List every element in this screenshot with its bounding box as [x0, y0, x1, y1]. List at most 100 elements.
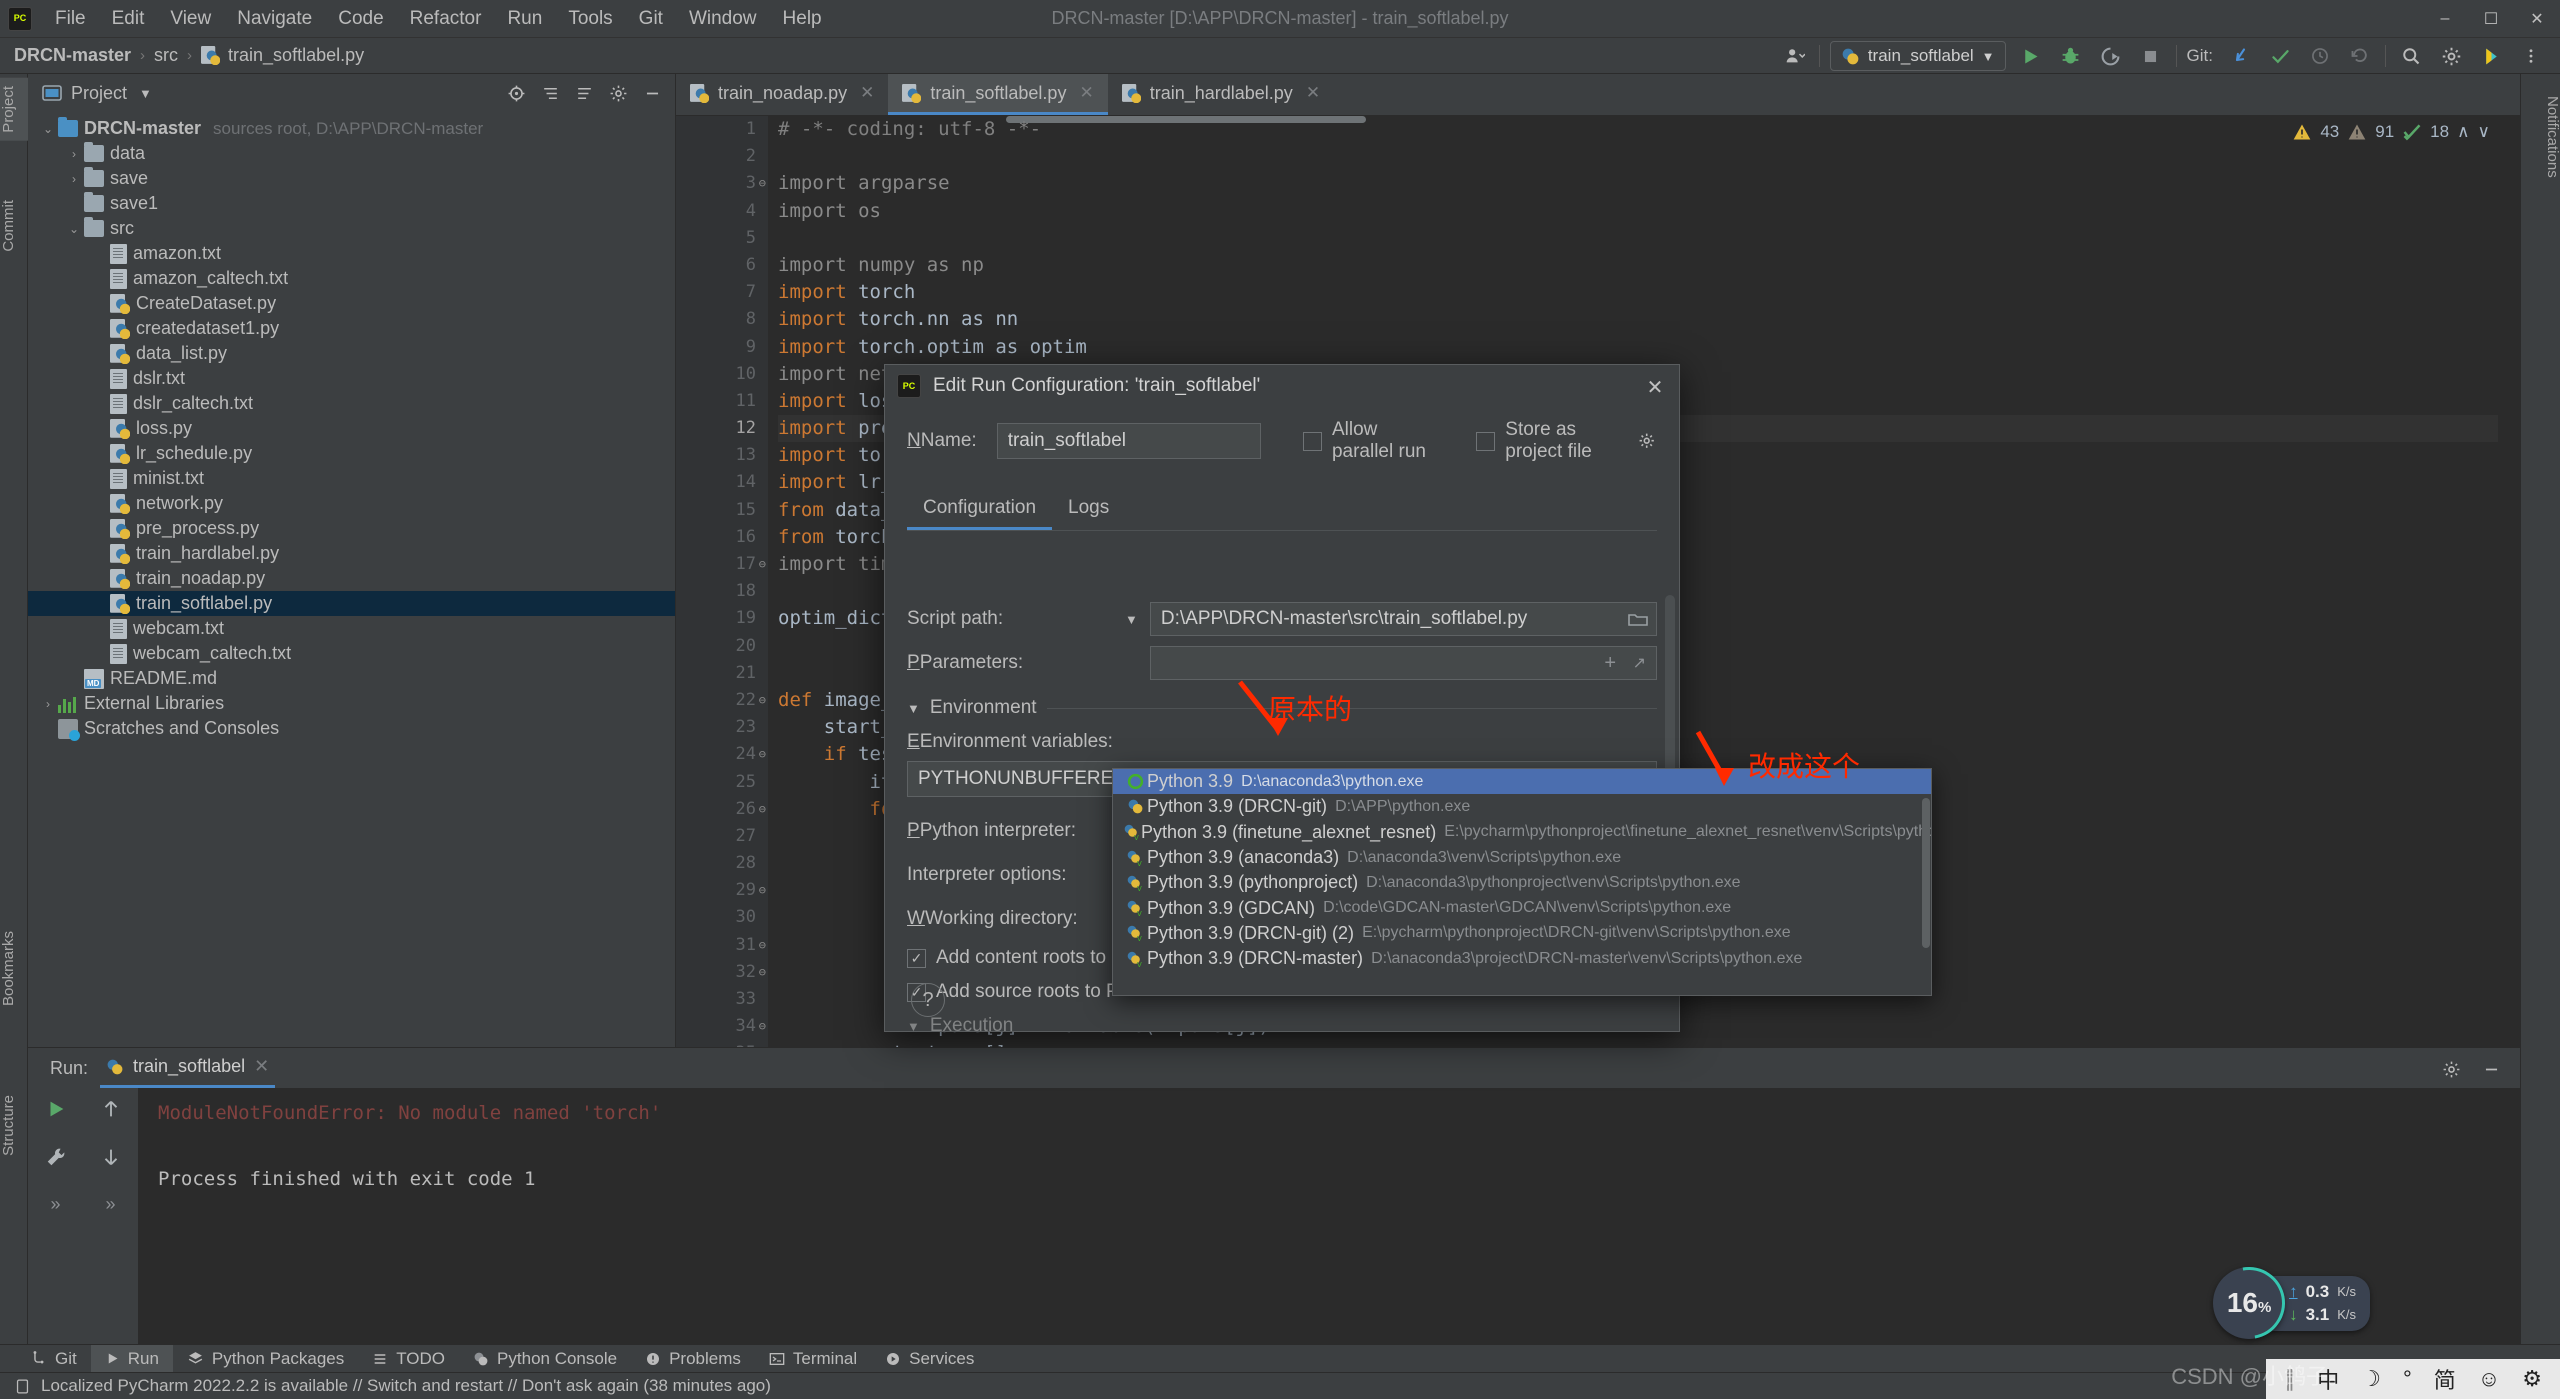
search-icon[interactable]: [2396, 41, 2426, 71]
tree-item-save1[interactable]: save1: [28, 191, 675, 216]
tree-item-amazon-txt[interactable]: amazon.txt: [28, 241, 675, 266]
maximize-button[interactable]: ☐: [2468, 0, 2514, 38]
menu-run[interactable]: Run: [494, 4, 555, 34]
run-button[interactable]: [2016, 41, 2046, 71]
menu-view[interactable]: View: [157, 4, 224, 34]
menu-window[interactable]: Window: [676, 4, 770, 34]
run-console[interactable]: ModuleNotFoundError: No module named 'to…: [138, 1088, 2520, 1344]
bottom-tab-run[interactable]: Run: [91, 1345, 173, 1373]
bottom-tab-python-packages[interactable]: Python Packages: [173, 1345, 358, 1373]
tree-item-external-libraries[interactable]: ›External Libraries: [28, 691, 675, 716]
close-button[interactable]: ✕: [2514, 0, 2560, 38]
menu-file[interactable]: File: [42, 4, 99, 34]
gear-icon[interactable]: [2436, 41, 2466, 71]
code-fold-icon[interactable]: ⊖: [754, 1013, 766, 1025]
more-options-icon[interactable]: [2516, 41, 2546, 71]
interpreter-dropdown-popup[interactable]: Python 3.9D:\anaconda3\python.exePython …: [1112, 768, 1932, 996]
sidebar-item-notifications[interactable]: Notifications: [2521, 86, 2560, 188]
tree-item-createdataset1-py[interactable]: createdataset1.py: [28, 316, 675, 341]
ime-emoji-icon[interactable]: ☺: [2478, 1366, 2500, 1392]
interpreter-option-4[interactable]: VPython 3.9 (pythonproject)D:\anaconda3\…: [1113, 870, 1931, 895]
git-history-icon[interactable]: [2305, 41, 2335, 71]
expand-icon[interactable]: »: [50, 1194, 60, 1215]
breadcrumb-folder[interactable]: src: [154, 45, 178, 66]
ai-assistant-icon[interactable]: [2476, 41, 2506, 71]
interpreter-option-2[interactable]: VPython 3.9 (finetune_alexnet_resnet)E:\…: [1113, 820, 1931, 845]
interpreter-option-6[interactable]: VPython 3.9 (DRCN-git) (2)E:\pycharm\pyt…: [1113, 921, 1931, 946]
name-input[interactable]: train_softlabel: [997, 423, 1261, 459]
tree-expand-arrow[interactable]: ⌄: [64, 222, 84, 236]
tree-item-src[interactable]: ⌄src: [28, 216, 675, 241]
dropdown-scrollbar[interactable]: [1922, 770, 1930, 996]
interpreter-option-7[interactable]: VPython 3.9 (DRCN-master)D:\anaconda3\pr…: [1113, 946, 1931, 971]
code-fold-icon[interactable]: ⊖: [754, 687, 766, 699]
close-icon[interactable]: ✕: [1306, 83, 1320, 103]
ime-settings-icon[interactable]: ⚙: [2522, 1366, 2542, 1392]
expand-all-icon[interactable]: [535, 78, 565, 108]
minimize-button[interactable]: –: [2422, 0, 2468, 38]
tree-item-data[interactable]: ›data: [28, 141, 675, 166]
tree-item-createdataset-py[interactable]: CreateDataset.py: [28, 291, 675, 316]
tree-item-train-softlabel-py[interactable]: train_softlabel.py: [28, 591, 675, 616]
coverage-button[interactable]: [2096, 41, 2126, 71]
tree-item-pre-process-py[interactable]: pre_process.py: [28, 516, 675, 541]
tree-item-dslr-txt[interactable]: dslr.txt: [28, 366, 675, 391]
store-as-project-file-checkbox[interactable]: Store as project file: [1476, 419, 1630, 463]
tree-expand-arrow[interactable]: ›: [64, 147, 84, 161]
tree-item-webcam-caltech-txt[interactable]: webcam_caltech.txt: [28, 641, 675, 666]
git-update-icon[interactable]: [2225, 41, 2255, 71]
project-settings-icon[interactable]: [603, 78, 633, 108]
ime-simplified-icon[interactable]: 简: [2434, 1363, 2456, 1395]
bottom-tab-todo[interactable]: TODO: [358, 1345, 459, 1373]
menu-tools[interactable]: Tools: [555, 4, 625, 34]
rerun-icon[interactable]: [45, 1098, 67, 1120]
code-fold-icon[interactable]: ⊖: [754, 741, 766, 753]
close-icon[interactable]: ✕: [860, 83, 874, 103]
run-configuration-selector[interactable]: train_softlabel ▼: [1830, 41, 2006, 71]
tree-expand-arrow[interactable]: ⌄: [38, 122, 58, 136]
up-arrow-icon[interactable]: [100, 1098, 122, 1120]
close-icon[interactable]: ✕: [1079, 83, 1093, 103]
folder-browse-icon[interactable]: [1628, 611, 1648, 627]
bottom-tab-python-console[interactable]: Python Console: [459, 1345, 631, 1373]
allow-parallel-run-checkbox[interactable]: Allow parallel run: [1303, 419, 1442, 463]
tree-item-webcam-txt[interactable]: webcam.txt: [28, 616, 675, 641]
close-icon[interactable]: ✕: [254, 1056, 269, 1077]
add-icon[interactable]: +: [1604, 652, 1616, 675]
breadcrumb-file[interactable]: train_softlabel.py: [201, 45, 364, 66]
menu-navigate[interactable]: Navigate: [224, 4, 325, 34]
gear-icon[interactable]: [2436, 1054, 2466, 1084]
debug-button[interactable]: [2056, 41, 2086, 71]
bottom-tab-git[interactable]: Git: [16, 1345, 91, 1373]
code-fold-icon[interactable]: ⊖: [754, 959, 766, 971]
tab-logs[interactable]: Logs: [1052, 489, 1125, 530]
interpreter-option-3[interactable]: VPython 3.9 (anaconda3)D:\anaconda3\venv…: [1113, 845, 1931, 870]
wrench-icon[interactable]: [45, 1146, 67, 1168]
sidebar-item-bookmarks[interactable]: Bookmarks: [0, 923, 28, 1014]
tree-item-scratches-and-consoles[interactable]: Scratches and Consoles: [28, 716, 675, 741]
breadcrumb-project[interactable]: DRCN-master: [14, 45, 131, 66]
tree-item-amazon-caltech-txt[interactable]: amazon_caltech.txt: [28, 266, 675, 291]
tree-expand-arrow[interactable]: ›: [38, 697, 58, 711]
code-fold-icon[interactable]: ⊖: [754, 877, 766, 889]
down-arrow-icon[interactable]: [100, 1146, 122, 1168]
gear-icon[interactable]: [1638, 432, 1657, 451]
code-fold-icon[interactable]: ⊖: [754, 796, 766, 808]
parameters-input[interactable]: + ↗: [1150, 646, 1657, 680]
tab-configuration[interactable]: Configuration: [907, 489, 1052, 530]
git-commit-icon[interactable]: [2265, 41, 2295, 71]
tree-item-data-list-py[interactable]: data_list.py: [28, 341, 675, 366]
expand2-icon[interactable]: »: [105, 1194, 115, 1215]
editor-tab-train-softlabel[interactable]: train_softlabel.py ✕: [888, 74, 1107, 115]
git-rollback-icon[interactable]: [2345, 41, 2375, 71]
tree-item-save[interactable]: ›save: [28, 166, 675, 191]
network-monitor-widget[interactable]: 16% ↑ 0.3 K/s ↓ 3.1 K/s: [2213, 1267, 2370, 1339]
sidebar-item-project[interactable]: Project: [0, 78, 28, 141]
interpreter-option-5[interactable]: VPython 3.9 (GDCAN)D:\code\GDCAN-master\…: [1113, 895, 1931, 920]
bottom-tab-services[interactable]: Services: [871, 1345, 988, 1373]
execution-section-header[interactable]: ▼ Execution: [907, 1015, 1657, 1037]
tree-item-loss-py[interactable]: loss.py: [28, 416, 675, 441]
editor-tab-train-noadap[interactable]: train_noadap.py ✕: [676, 74, 888, 115]
editor-vertical-scrollbar[interactable]: [2498, 116, 2520, 1047]
next-problem-icon[interactable]: ∨: [2478, 122, 2490, 142]
